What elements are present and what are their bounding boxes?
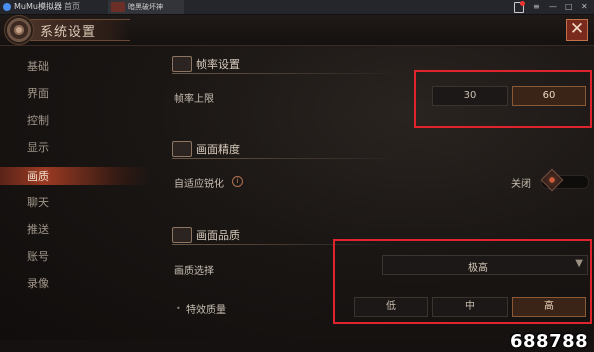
sidebar-item-display[interactable]: 显示 (27, 139, 49, 155)
quality-select-label: 画质选择 (174, 266, 214, 277)
game-thumbnail-icon (111, 2, 125, 12)
precision-section-title: 画面精度 (196, 143, 240, 156)
emulator-app-title: MuMu模拟器 (14, 2, 62, 11)
sidebar-item-control[interactable]: 控制 (27, 112, 49, 128)
toggle-state-label: 关闭 (511, 179, 531, 190)
section-divider (172, 158, 402, 159)
section-divider (172, 73, 402, 74)
mumu-logo-icon (3, 3, 11, 11)
quality-section-icon (172, 227, 192, 243)
page-title: 系统设置 (40, 25, 97, 40)
close-window-icon[interactable]: ✕ (581, 1, 588, 13)
highlight-box-frame-rate (414, 70, 592, 128)
gear-icon (4, 15, 34, 45)
sidebar-item-basic[interactable]: 基础 (27, 58, 49, 74)
highlight-box-quality (333, 239, 592, 324)
settings-header: 系统设置 ✕ (0, 15, 594, 46)
minimize-icon[interactable]: — (549, 1, 557, 13)
game-screen: 系统设置 ✕ 基础 界面 控制 显示 画质 聊天 推送 账号 录像 帧率设置 帧… (0, 15, 594, 352)
sidebar-item-recording[interactable]: 录像 (27, 275, 49, 291)
effects-quality-label: 特效质量 (186, 305, 226, 316)
watermark-text: 688788 (510, 331, 589, 352)
frame-rate-section-icon (172, 56, 192, 72)
game-tab[interactable]: 暗黑破坏神 (108, 0, 184, 14)
frame-rate-section-title: 帧率设置 (196, 58, 240, 71)
sidebar-item-chat[interactable]: 聊天 (27, 194, 49, 210)
notification-badge (520, 1, 525, 6)
home-tab[interactable]: 首页 (64, 1, 80, 13)
close-button[interactable]: ✕ (566, 19, 588, 41)
sidebar-active-highlight (0, 167, 150, 185)
adaptive-sharpen-label: 自适应锐化 (174, 179, 224, 190)
game-tab-label: 暗黑破坏神 (128, 3, 163, 11)
info-icon[interactable]: i (232, 176, 243, 187)
bullet-icon: • (176, 304, 181, 313)
precision-section-icon (172, 141, 192, 157)
sidebar-item-push[interactable]: 推送 (27, 221, 49, 237)
sidebar-item-graphics[interactable]: 画质 (27, 168, 49, 184)
quality-section-title: 画面品质 (196, 229, 240, 242)
sidebar-item-interface[interactable]: 界面 (27, 85, 49, 101)
sidebar-item-account[interactable]: 账号 (27, 248, 49, 264)
frame-limit-label: 帧率上限 (174, 94, 214, 105)
maximize-icon[interactable]: □ (565, 1, 573, 13)
emulator-titlebar: MuMu模拟器 首页 暗黑破坏神 ≡ — □ ✕ (0, 0, 594, 15)
menu-icon[interactable]: ≡ (533, 1, 540, 13)
